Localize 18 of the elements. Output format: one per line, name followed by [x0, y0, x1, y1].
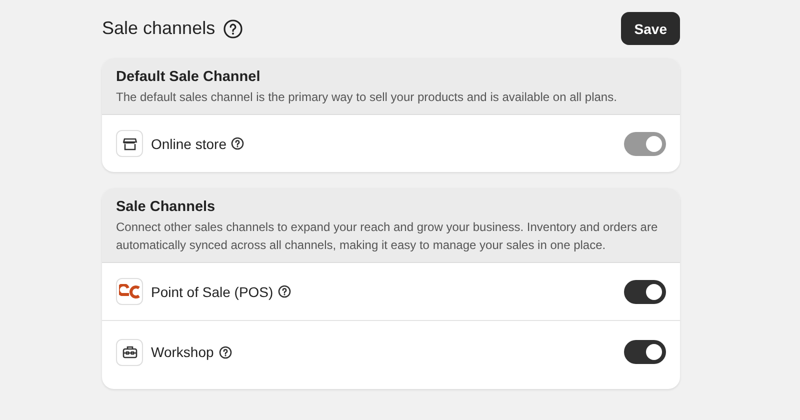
logo-icon	[116, 278, 143, 305]
store-icon	[116, 130, 143, 157]
help-icon[interactable]	[223, 18, 244, 38]
page-title: Sale channels	[102, 18, 216, 39]
section-description: Connect other sales channels to expand your reach and grow your business. Inventory and orders are automatically synced across all channels, making it easy to manage your sales in one place.	[116, 219, 659, 254]
help-icon[interactable]	[231, 137, 244, 150]
toolbox-icon	[116, 338, 143, 366]
section-title: Default Sale Channel	[116, 69, 262, 85]
channel-name: Workshop	[151, 344, 214, 360]
section-description: The default sales channel is the primary way to sell your products and is available on all plans.	[116, 89, 618, 106]
channel-name: Online store	[151, 136, 226, 152]
channel-name: Point of Sale (POS)	[151, 284, 274, 300]
help-icon[interactable]	[218, 346, 232, 358]
save-button[interactable]: Save	[621, 12, 680, 45]
help-icon[interactable]	[278, 285, 292, 298]
section-title: Sale Channels	[116, 199, 216, 215]
toggle-switch[interactable]	[624, 340, 666, 364]
toggle-switch[interactable]	[624, 280, 666, 304]
